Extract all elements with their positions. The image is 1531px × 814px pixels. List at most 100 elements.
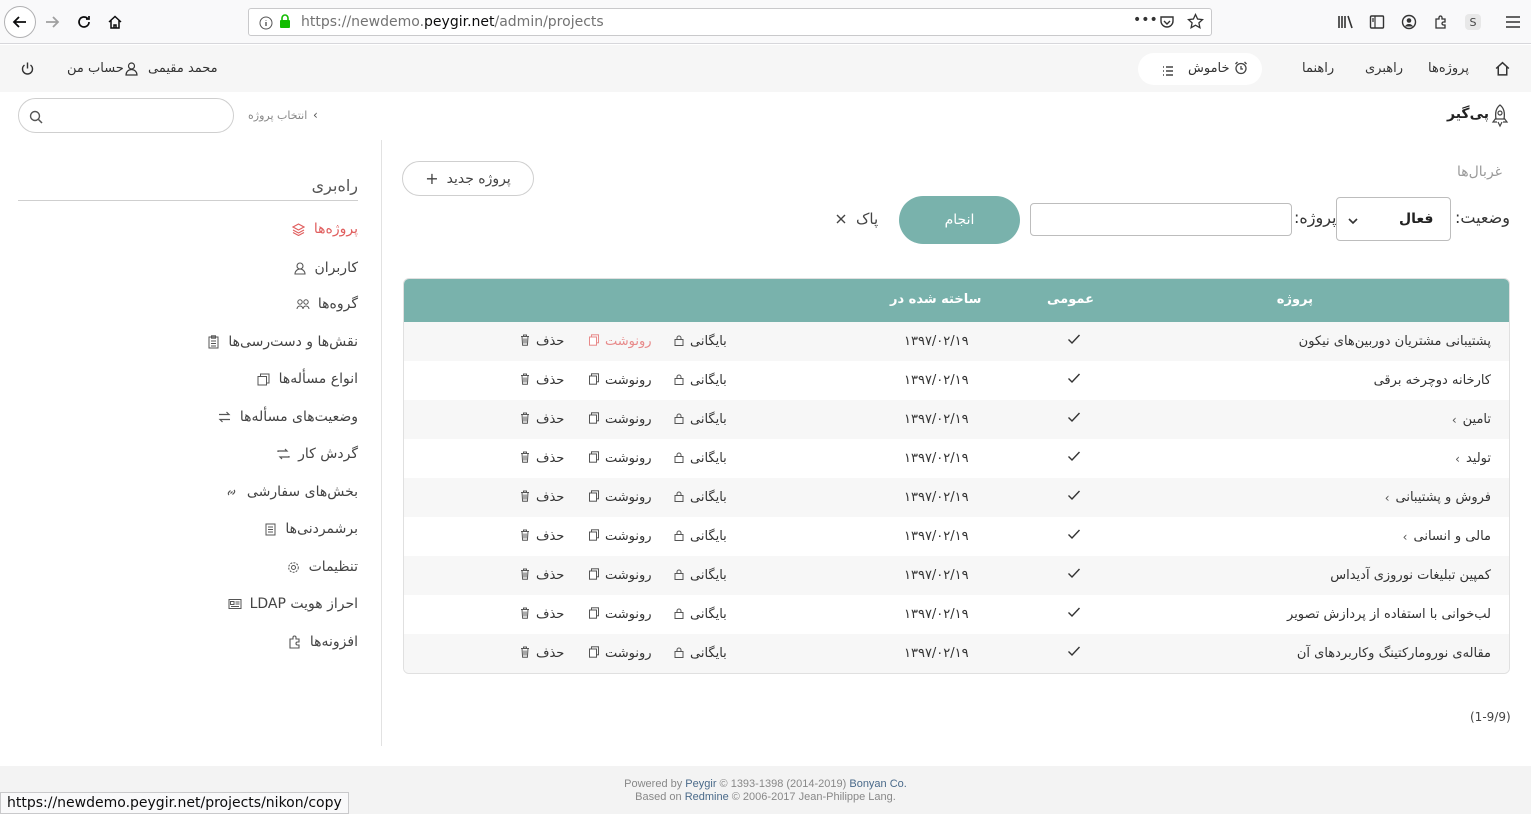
copy-action[interactable]: رونوشت: [589, 529, 652, 544]
more-actions-icon[interactable]: •••: [1133, 12, 1158, 28]
pocket-icon[interactable]: [1159, 14, 1175, 34]
table-row: کارخانه دوچرخه برقی ۱۳۹۷/۰۲/۱۹ بایگانی رونو…: [404, 361, 1509, 400]
sidebar-item-enumerations[interactable]: برشمردنی‌ها: [263, 518, 358, 540]
sidebar-item-custom-fields[interactable]: بخش‌های سفارشی: [225, 481, 358, 503]
trash-icon: [520, 412, 530, 427]
sidebar-item-projects[interactable]: پروژه‌ها: [292, 218, 358, 240]
sidebar-item-groups[interactable]: گروه‌ها: [296, 293, 358, 315]
silent-toggle[interactable]: خاموش: [1138, 53, 1262, 85]
delete-action[interactable]: حذف: [520, 451, 564, 466]
delete-action[interactable]: حذف: [520, 373, 564, 388]
project-name-link[interactable]: پشتیبانی مشتریان دوربین‌های نیکون: [1299, 334, 1491, 349]
copy-icon: [589, 646, 599, 661]
project-name-link[interactable]: فروش و پشتیبانی: [1396, 490, 1491, 505]
trash-icon: [520, 451, 530, 466]
project-name-link[interactable]: کمپین تبلیغات نوروزی آدیداس: [1330, 568, 1491, 583]
new-project-button[interactable]: پروژه جدید +: [402, 161, 534, 196]
sidebar-item-issue-statuses[interactable]: وضعیت‌های مسأله‌ها: [218, 406, 358, 428]
status-select[interactable]: فعال: [1336, 197, 1451, 241]
col-project[interactable]: پروژه: [1277, 292, 1313, 307]
search-input[interactable]: [18, 98, 234, 133]
reload-button[interactable]: [70, 8, 98, 36]
project-filter-input[interactable]: [1030, 203, 1292, 236]
delete-action[interactable]: حذف: [520, 490, 564, 505]
projects-table: پروژه عمومی ساخته شده در پشتیبانی مشتریا…: [403, 278, 1510, 674]
delete-action[interactable]: حذف: [520, 568, 564, 583]
delete-action[interactable]: حذف: [520, 607, 564, 622]
nav-projects[interactable]: پروژه‌ها: [1428, 61, 1469, 76]
delete-action[interactable]: حذف: [520, 334, 564, 349]
archive-action[interactable]: بایگانی: [674, 373, 727, 388]
delete-action[interactable]: حذف: [520, 412, 564, 427]
archive-action[interactable]: بایگانی: [674, 568, 727, 583]
copy-icon: [589, 412, 599, 427]
public-check-icon: [1062, 604, 1082, 624]
project-name-link[interactable]: کارخانه دوچرخه برقی: [1374, 373, 1491, 388]
archive-action[interactable]: بایگانی: [674, 412, 727, 427]
my-account-link[interactable]: حساب من: [67, 61, 124, 76]
project-name-link[interactable]: مالی و انسانی: [1413, 529, 1491, 544]
library-icon[interactable]: [1336, 12, 1356, 32]
col-public[interactable]: عمومی: [1047, 292, 1094, 307]
copy-action[interactable]: رونوشت: [589, 334, 652, 349]
brand-name[interactable]: پی‌گیر: [1447, 106, 1489, 122]
bookmark-star-icon[interactable]: [1187, 12, 1204, 34]
svg-text:S: S: [1470, 16, 1477, 29]
bonyan-link[interactable]: Bonyan Co.: [849, 778, 906, 790]
delete-action[interactable]: حذف: [520, 646, 564, 661]
menu-hamburger-icon[interactable]: [1503, 12, 1523, 32]
clear-filters-button[interactable]: پاک: [836, 209, 890, 229]
sidebar-item-users[interactable]: کاربران: [293, 257, 358, 279]
forward-button[interactable]: [38, 8, 66, 36]
copy-action[interactable]: رونوشت: [589, 568, 652, 583]
copy-action[interactable]: رونوشت: [589, 451, 652, 466]
archive-action[interactable]: بایگانی: [674, 529, 727, 544]
project-name-link[interactable]: لب‌خوانی با استفاده از پردازش تصویر: [1287, 607, 1491, 622]
public-check-icon: [1062, 448, 1082, 468]
sidebar-item-workflow[interactable]: گردش کار: [276, 443, 358, 465]
copy-action[interactable]: رونوشت: [589, 373, 652, 388]
apply-button[interactable]: انجام: [899, 196, 1020, 244]
sidebar-item-ldap[interactable]: احراز هویت LDAP: [228, 593, 358, 615]
project-name-link[interactable]: مقاله‌ی نورومارکتینگ وکاربردهای آن: [1297, 646, 1491, 661]
account-icon[interactable]: [1399, 12, 1419, 32]
col-created[interactable]: ساخته شده در: [890, 292, 981, 307]
select-project-link[interactable]: انتخاب پروژه: [248, 109, 307, 122]
copy-icon: [589, 490, 599, 505]
redmine-link[interactable]: Redmine: [685, 791, 729, 803]
extension-puzzle-icon[interactable]: [1431, 12, 1451, 32]
copy-action[interactable]: رونوشت: [589, 490, 652, 505]
info-icon[interactable]: [259, 15, 273, 34]
nav-help[interactable]: راهنما: [1302, 61, 1334, 76]
power-icon[interactable]: [20, 61, 35, 80]
archive-action[interactable]: بایگانی: [674, 490, 727, 505]
home-button[interactable]: [101, 8, 129, 36]
sidebar-item-plugins[interactable]: افزونه‌ها: [288, 631, 358, 653]
project-name-link[interactable]: تامین: [1463, 412, 1491, 427]
back-button[interactable]: [4, 6, 36, 38]
copy-action[interactable]: رونوشت: [589, 412, 652, 427]
sidebar-item-trackers[interactable]: انواع مسأله‌ها: [257, 368, 358, 390]
url-bar[interactable]: https://newdemo.peygir.net/admin/project…: [248, 8, 1212, 36]
project-name-link[interactable]: تولید: [1466, 451, 1491, 466]
copy-action[interactable]: رونوشت: [589, 646, 652, 661]
peygir-link[interactable]: Peygir: [685, 778, 716, 790]
arrow-right-icon: [46, 16, 60, 28]
user-name[interactable]: محمد مقیمی: [148, 61, 218, 76]
archive-action[interactable]: بایگانی: [674, 334, 727, 349]
nav-admin[interactable]: راهبری: [1365, 61, 1403, 76]
archive-action[interactable]: بایگانی: [674, 646, 727, 661]
copy-icon: [589, 334, 599, 349]
delete-action[interactable]: حذف: [520, 529, 564, 544]
archive-action[interactable]: بایگانی: [674, 451, 727, 466]
archive-action[interactable]: بایگانی: [674, 607, 727, 622]
home-link-icon[interactable]: [1494, 60, 1511, 81]
id-card-icon: [228, 597, 242, 611]
sidebar-item-settings[interactable]: تنظیمات: [287, 556, 358, 578]
created-date: ۱۳۹۷/۰۲/۱۹: [904, 646, 969, 661]
copy-action[interactable]: رونوشت: [589, 607, 652, 622]
extension-s-icon[interactable]: S: [1463, 12, 1483, 32]
sidebar-item-roles[interactable]: نقش‌ها و دست‌رسی‌ها: [206, 331, 358, 353]
sidebar-toggle-icon[interactable]: [1367, 12, 1387, 32]
pagination: (1-9/9): [1470, 710, 1511, 724]
